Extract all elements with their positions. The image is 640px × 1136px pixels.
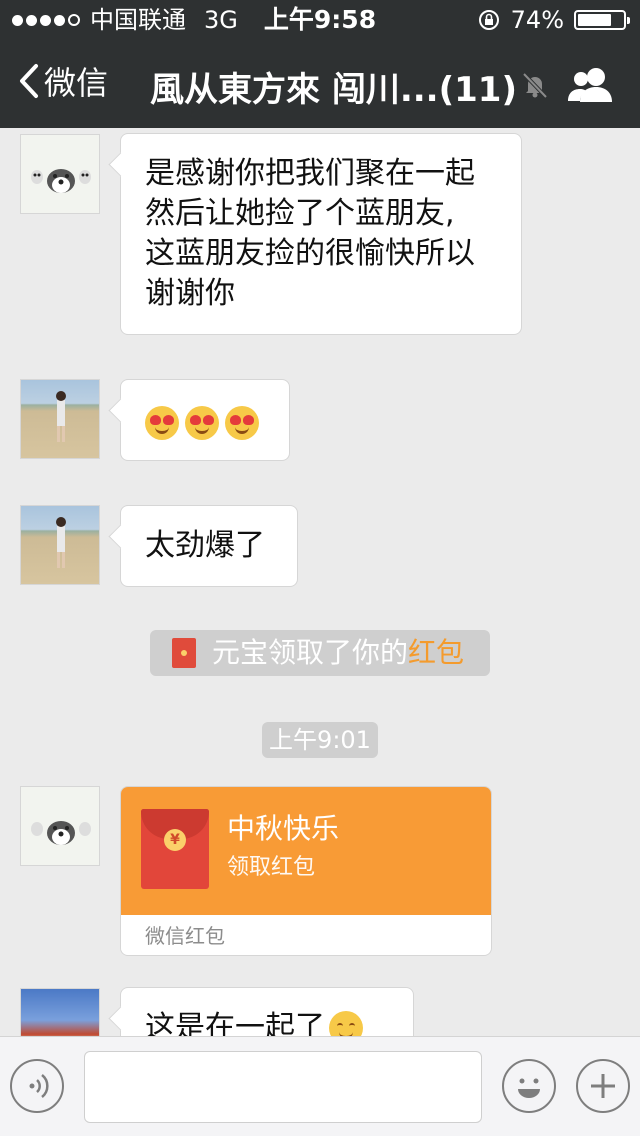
voice-button[interactable]	[10, 1059, 64, 1113]
beach-photo-avatar-image	[56, 391, 66, 442]
input-bar	[0, 1036, 640, 1136]
message-bubble[interactable]	[120, 379, 290, 461]
chat-title: 風从東方來 闯川...(11)	[150, 70, 517, 110]
message-text: 这是在一起了	[145, 1010, 325, 1036]
message-line: 然后让她捡了个蓝朋友,	[145, 196, 455, 231]
red-envelope-icon: ¥	[141, 809, 209, 889]
husky-avatar-image	[31, 821, 91, 845]
avatar[interactable]	[20, 786, 100, 866]
message-bubble[interactable]: 是感谢你把我们聚在一起 然后让她捡了个蓝朋友, 这蓝朋友捡的很愉快所以 谢谢你	[120, 133, 522, 335]
heart-eyes-emoji-icon	[185, 406, 219, 440]
heart-eyes-emoji-icon	[145, 406, 179, 440]
red-packet-title: 中秋快乐	[227, 812, 340, 845]
emoji-row	[145, 380, 265, 440]
red-packet-subtitle: 领取红包	[227, 855, 316, 880]
smiley-icon	[518, 1078, 540, 1098]
smile-emoji-icon	[329, 1011, 363, 1036]
chat-area[interactable]: 是感谢你把我们聚在一起 然后让她捡了个蓝朋友, 这蓝朋友捡的很愉快所以 谢谢你 …	[0, 128, 640, 1036]
message-input[interactable]	[84, 1051, 482, 1123]
heart-eyes-emoji-icon	[225, 406, 259, 440]
orientation-lock-icon	[478, 10, 499, 30]
beach-photo-avatar-image	[56, 517, 66, 568]
message-timestamp: 上午9:01	[262, 722, 378, 758]
emoji-button[interactable]	[502, 1059, 556, 1113]
avatar[interactable]	[20, 379, 100, 459]
back-label: 微信	[44, 64, 109, 102]
message-text: 太劲爆了	[145, 528, 265, 563]
message-bubble[interactable]: 这是在一起了	[120, 987, 414, 1036]
husky-avatar-image	[31, 169, 91, 193]
red-packet-card[interactable]: ¥ 中秋快乐 领取红包 微信红包	[120, 786, 492, 956]
message-line: 这蓝朋友捡的很愉快所以	[145, 236, 475, 271]
chevron-left-icon	[20, 64, 38, 98]
nav-bar: 微信 風从東方來 闯川...(11)	[0, 40, 640, 128]
avatar[interactable]	[20, 505, 100, 585]
red-packet-link[interactable]: 红包	[408, 630, 464, 676]
battery-icon	[574, 10, 630, 30]
red-packet-icon	[172, 638, 196, 668]
message-line: 是感谢你把我们聚在一起	[145, 156, 475, 191]
message-bubble[interactable]: 太劲爆了	[120, 505, 298, 587]
more-options-button[interactable]	[576, 1059, 630, 1113]
plus-icon	[591, 1074, 615, 1098]
system-message[interactable]: 元宝领取了你的 红包	[150, 630, 490, 676]
status-bar: 中国联通 3G 上午9:58 74%	[0, 0, 640, 40]
mute-bell-icon	[522, 72, 548, 99]
group-members-icon[interactable]	[566, 66, 616, 104]
back-button[interactable]: 微信	[18, 58, 108, 104]
voice-wave-icon	[29, 1074, 49, 1098]
red-packet-footer: 微信红包	[121, 915, 491, 955]
top-bar: 中国联通 3G 上午9:58 74% 微信 風从東方來 闯川...(11)	[0, 0, 640, 128]
battery-percent: 74%	[510, 6, 564, 34]
avatar[interactable]	[20, 134, 100, 214]
message-line: 谢谢你	[145, 276, 235, 311]
avatar[interactable]	[20, 988, 100, 1036]
system-message-text: 元宝领取了你的	[212, 636, 409, 669]
